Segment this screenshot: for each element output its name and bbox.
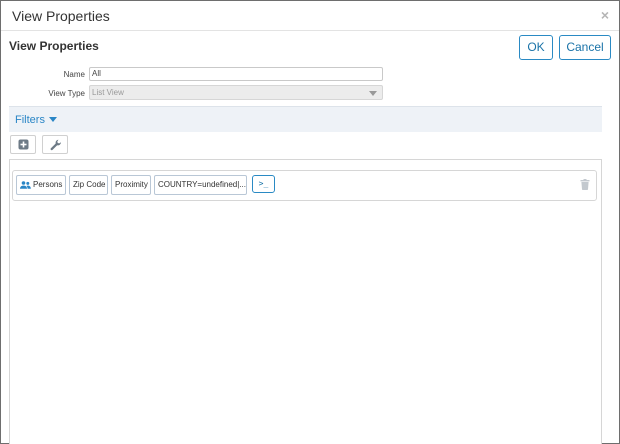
- console-button[interactable]: >_: [252, 175, 275, 193]
- proximity-chip[interactable]: Proximity: [111, 175, 151, 195]
- name-label: Name: [63, 70, 85, 79]
- persons-chip[interactable]: Persons: [16, 175, 66, 195]
- view-type-select[interactable]: List View: [89, 85, 383, 100]
- zip-code-chip[interactable]: Zip Code: [69, 175, 108, 195]
- caret-down-icon[interactable]: [49, 117, 57, 122]
- add-icon: [18, 139, 29, 150]
- add-filter-button[interactable]: [10, 135, 36, 154]
- name-input[interactable]: All: [89, 67, 383, 81]
- trash-icon[interactable]: [580, 179, 590, 190]
- filters-panel: [9, 159, 602, 444]
- persons-icon: [20, 181, 31, 189]
- ok-button[interactable]: OK: [519, 35, 553, 60]
- settings-button[interactable]: [42, 135, 68, 154]
- persons-chip-label: Persons: [33, 180, 63, 189]
- cancel-button[interactable]: Cancel: [559, 35, 611, 60]
- page-title: View Properties: [9, 39, 99, 53]
- view-type-label: View Type: [48, 89, 85, 98]
- view-type-value: List View: [92, 88, 124, 97]
- filters-toggle[interactable]: Filters: [15, 114, 45, 126]
- dialog-title: View Properties: [12, 8, 110, 24]
- view-properties-dialog: View Properties × View Properties OK Can…: [0, 0, 620, 444]
- dialog-titlebar: View Properties ×: [1, 1, 619, 31]
- chevron-down-icon: [369, 91, 377, 96]
- filters-header: Filters: [9, 106, 602, 132]
- close-icon[interactable]: ×: [599, 8, 611, 22]
- country-chip[interactable]: COUNTRY=undefined|...: [154, 175, 247, 195]
- wrench-icon: [50, 139, 62, 151]
